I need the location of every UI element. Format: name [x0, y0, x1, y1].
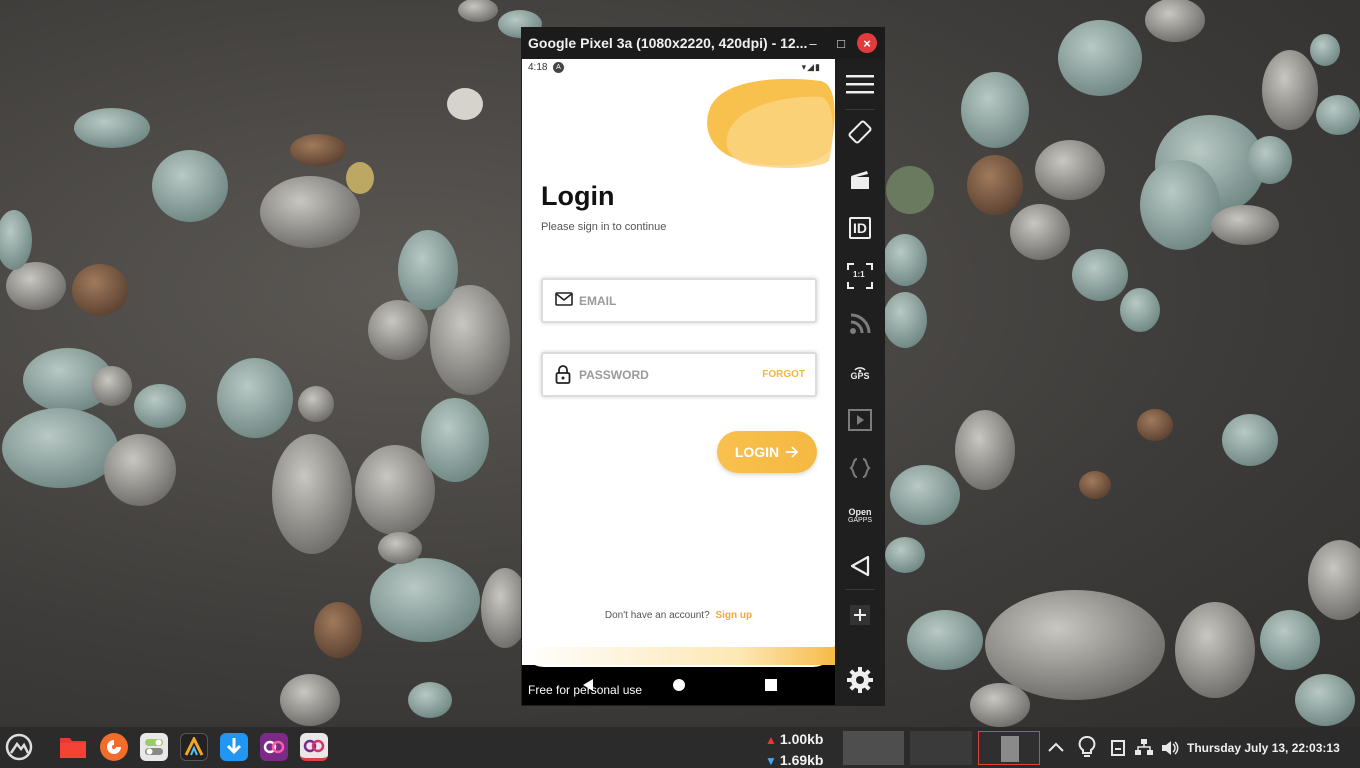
minimize-button[interactable]: –	[803, 33, 823, 53]
emulator-window-title: Google Pixel 3a (1080x2220, 420dpi) - 12…	[528, 35, 808, 51]
device-id-icon[interactable]: ID	[845, 213, 875, 243]
signup-prompt: Don't have an account?	[604, 610, 710, 621]
decorative-blob	[707, 78, 835, 168]
settings-switch-icon[interactable]	[140, 733, 168, 761]
screen-record-icon[interactable]	[845, 165, 875, 195]
signal-battery-icons: ▾◢▮	[801, 62, 821, 72]
clipboard-icon[interactable]	[1111, 740, 1125, 756]
nav-home-icon[interactable]	[672, 678, 686, 692]
nav-back-icon[interactable]	[581, 678, 595, 692]
genymotion-icon[interactable]	[260, 733, 288, 761]
network-upload-rate: ▲ 1.00kb	[765, 731, 824, 747]
emulator-titlebar[interactable]: Google Pixel 3a (1080x2220, 420dpi) - 12…	[521, 27, 885, 59]
password-placeholder: PASSWORD	[579, 368, 649, 382]
nav-recents-icon[interactable]	[764, 678, 778, 692]
back-icon[interactable]	[845, 551, 875, 581]
email-field[interactable]: EMAIL	[541, 278, 817, 323]
pixel-perfect-icon[interactable]: 1:1	[845, 261, 875, 291]
workspace-2[interactable]	[910, 731, 972, 765]
developer-icon[interactable]	[845, 453, 875, 483]
downloader-icon[interactable]	[220, 733, 248, 761]
android-nav-bar: Free for personal use	[522, 667, 835, 705]
wifi-broadcast-icon[interactable]	[845, 309, 875, 339]
genymotion-active-icon[interactable]	[300, 733, 328, 761]
network-icon[interactable]	[1134, 738, 1154, 756]
close-button[interactable]: ×	[857, 33, 877, 53]
open-gapps-icon[interactable]: Open GAPPS	[845, 501, 875, 531]
bottom-decoration	[522, 647, 835, 665]
status-time: 4:18	[528, 62, 548, 73]
gps-icon[interactable]: GPS	[845, 357, 875, 387]
clock[interactable]: Thursday July 13, 22:03:13	[1187, 741, 1340, 755]
lock-icon	[555, 365, 571, 384]
launcher-icon[interactable]	[5, 733, 33, 761]
page-title: Login	[541, 181, 615, 211]
emulator-window: Google Pixel 3a (1080x2220, 420dpi) - 12…	[521, 27, 885, 706]
login-screen: Login Please sign in to continue EMAIL P…	[522, 77, 835, 667]
network-download-rate: ▼ 1.69kb	[765, 752, 824, 768]
mail-icon	[555, 292, 573, 306]
menu-icon[interactable]	[845, 69, 875, 99]
signup-row: Don't have an account? Sign up	[522, 610, 835, 621]
forgot-password-link[interactable]: FORGOT	[762, 369, 805, 380]
terminal-icon[interactable]	[180, 733, 208, 761]
media-icon[interactable]	[845, 405, 875, 435]
taskbar: ▲ 1.00kb ▼ 1.69kb Thursday July 13, 22:03:…	[0, 727, 1360, 768]
maximize-button[interactable]: □	[831, 33, 851, 53]
workspace-3[interactable]	[978, 731, 1040, 765]
add-icon[interactable]	[845, 600, 875, 630]
signup-link[interactable]: Sign up	[715, 610, 752, 621]
files-icon[interactable]	[59, 733, 87, 761]
phone-screen: 4:18 A ▾◢▮ Login Please sign in to conti…	[522, 59, 835, 705]
accessibility-notification-icon: A	[553, 62, 564, 73]
emulator-toolbar: ID 1:1 GPS Open GAPPS	[835, 59, 885, 705]
page-subtitle: Please sign in to continue	[541, 221, 667, 233]
email-placeholder: EMAIL	[579, 294, 617, 308]
firefox-icon[interactable]	[100, 733, 128, 761]
rotate-icon[interactable]	[845, 117, 875, 147]
workspace-1[interactable]	[843, 731, 904, 765]
lightbulb-icon[interactable]	[1078, 736, 1096, 758]
password-field[interactable]: PASSWORD FORGOT	[541, 352, 817, 397]
login-button-label: LOGIN	[734, 444, 780, 460]
login-button[interactable]: LOGIN	[717, 431, 817, 473]
android-status-bar: 4:18 A ▾◢▮	[522, 59, 835, 77]
arrow-right-icon	[786, 446, 799, 458]
settings-icon[interactable]	[845, 665, 875, 695]
chevron-up-icon[interactable]	[1048, 742, 1064, 752]
volume-icon[interactable]	[1161, 740, 1179, 756]
